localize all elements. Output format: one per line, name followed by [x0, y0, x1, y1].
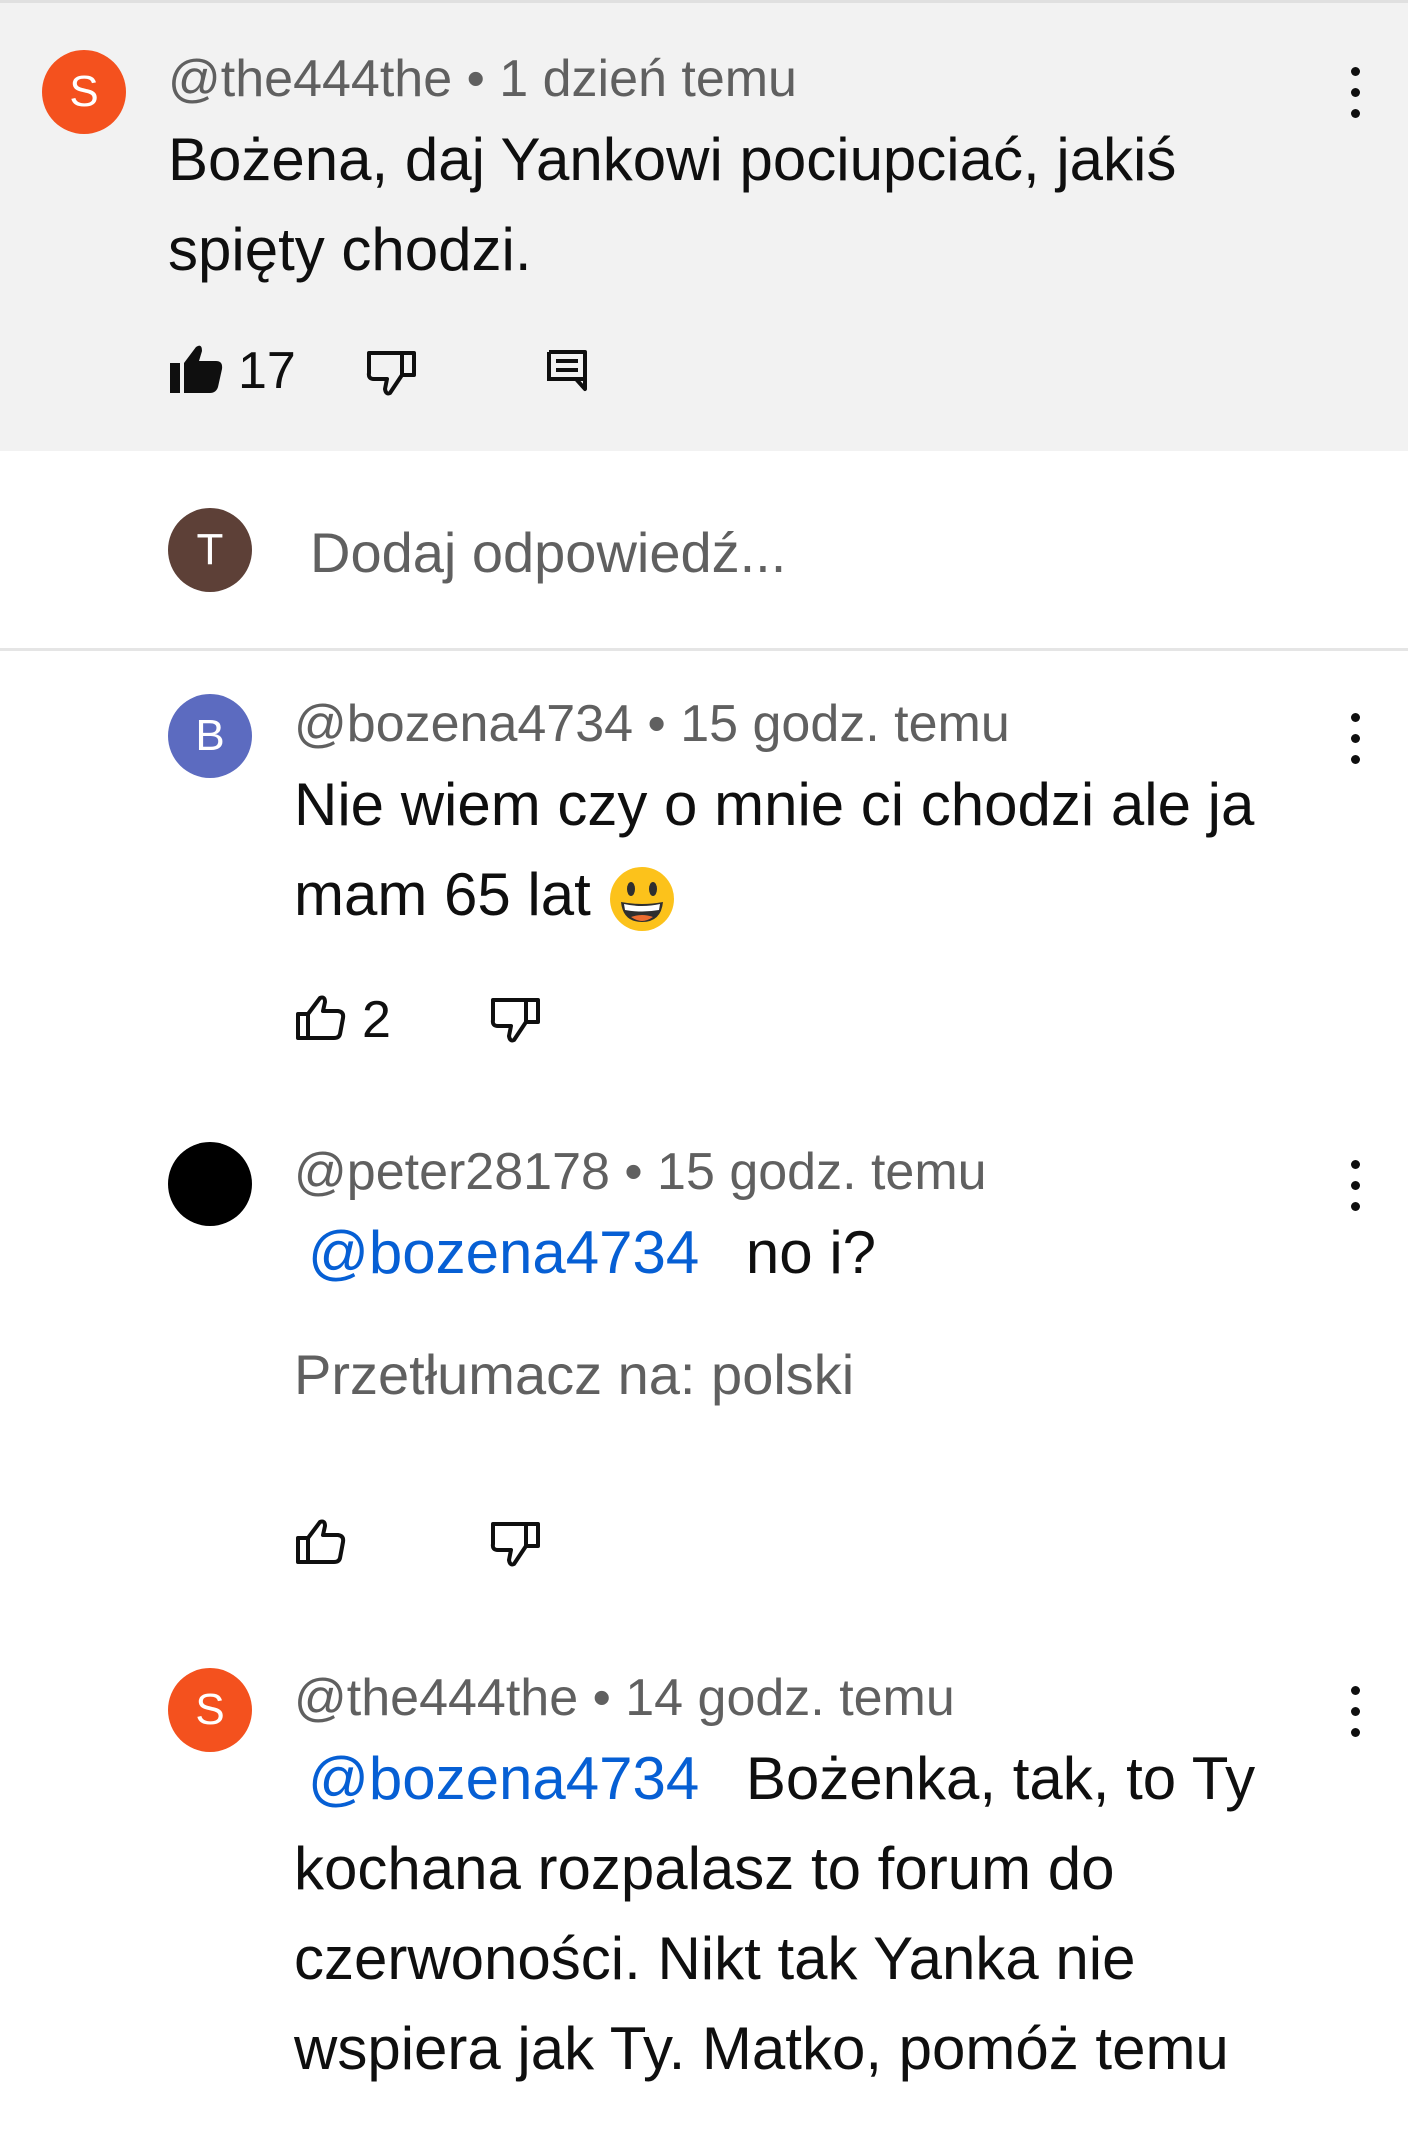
comment-text-line: mam 65 lat: [294, 850, 1354, 940]
comment-text-line: @bozena4734 Bożenka, tak, to Ty: [294, 1734, 1374, 1824]
thumb-up-filled-icon[interactable]: [168, 343, 224, 395]
more-vertical-icon[interactable]: [1336, 1682, 1376, 1742]
comment-meta: @the444the • 14 godz. temu: [294, 1668, 955, 1728]
comment-text: Bożena, daj Yankowi pociupciać, jakiś sp…: [168, 115, 1348, 295]
author-name[interactable]: @the444the: [168, 50, 452, 108]
author-name[interactable]: @the444the: [294, 1669, 578, 1727]
comment-text-span: no i?: [745, 1219, 877, 1286]
comment-text: @bozena4734 Bożenka, tak, to Ty kochana …: [294, 1734, 1374, 2094]
meta-separator: •: [466, 50, 485, 108]
comment-text: @bozena4734 no i?: [294, 1208, 1354, 1298]
thumb-down-outline-icon[interactable]: [490, 996, 542, 1044]
thumb-down-outline-icon[interactable]: [490, 1520, 542, 1568]
meta-separator: •: [647, 695, 666, 753]
comment-meta: @peter28178 • 15 godz. temu: [294, 1142, 987, 1202]
more-vertical-icon[interactable]: [1336, 1156, 1376, 1216]
comment-text-line: wspiera jak Ty. Matko, pomóż temu: [294, 2015, 1229, 2082]
comment-icon[interactable]: [546, 349, 588, 393]
parent-comment: S @the444the • 1 dzień temu Bożena, daj …: [0, 3, 1408, 451]
author-name[interactable]: @bozena4734: [294, 695, 633, 753]
comment-text-line: spięty chodzi.: [168, 216, 532, 283]
comment-text-span: mam 65 lat: [294, 861, 591, 928]
comment-text-line: Bożena, daj Yankowi pociupciać, jakiś: [168, 126, 1177, 193]
avatar[interactable]: S: [42, 50, 126, 134]
comment-time: 14 godz. temu: [625, 1669, 955, 1727]
comment-text-span: Bożenka, tak, to Ty: [745, 1745, 1256, 1812]
avatar[interactable]: [168, 1142, 252, 1226]
reply-input[interactable]: Dodaj odpowiedź...: [310, 520, 786, 585]
current-user-avatar: T: [168, 508, 252, 592]
meta-separator: •: [624, 1143, 643, 1201]
like-count: 17: [238, 342, 296, 400]
comment-time: 15 godz. temu: [680, 695, 1010, 753]
thumb-up-outline-icon[interactable]: [294, 1518, 346, 1566]
comment-text-line: kochana rozpalasz to forum do: [294, 1835, 1115, 1902]
author-name[interactable]: @peter28178: [294, 1143, 610, 1201]
thumb-down-outline-icon[interactable]: [366, 349, 418, 397]
reply-divider: [0, 648, 1408, 651]
thumb-up-outline-icon[interactable]: [294, 994, 346, 1042]
meta-separator: •: [592, 1669, 611, 1727]
comment-text: Nie wiem czy o mnie ci chodzi ale ja mam…: [294, 760, 1354, 940]
grinning-face-icon: [610, 867, 675, 932]
comment-meta: @bozena4734 • 15 godz. temu: [294, 694, 1010, 754]
like-count: 2: [362, 991, 391, 1049]
avatar[interactable]: B: [168, 694, 252, 778]
comment-text-line: Nie wiem czy o mnie ci chodzi ale ja: [294, 771, 1255, 838]
comment-text-line: czerwoności. Nikt tak Yanka nie: [294, 1925, 1136, 1992]
comment-meta: @the444the • 1 dzień temu: [168, 49, 797, 109]
avatar[interactable]: S: [168, 1668, 252, 1752]
comment-time: 1 dzień temu: [499, 50, 797, 108]
comment-time: 15 godz. temu: [657, 1143, 987, 1201]
mention-link[interactable]: @bozena4734: [308, 1745, 699, 1812]
mention-link[interactable]: @bozena4734: [308, 1219, 699, 1286]
translate-button[interactable]: Przetłumacz na: polski: [294, 1342, 854, 1407]
more-vertical-icon[interactable]: [1336, 63, 1376, 123]
